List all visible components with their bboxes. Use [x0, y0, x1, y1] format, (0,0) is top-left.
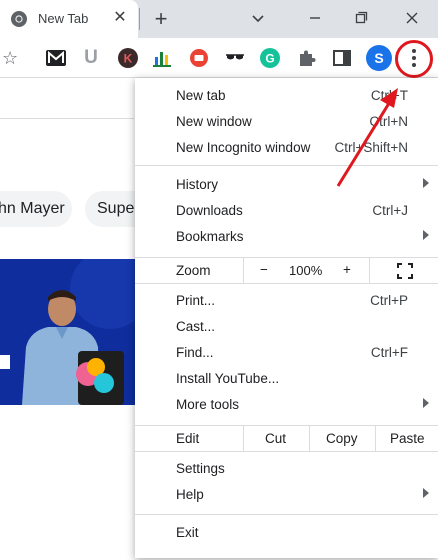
svg-text:G: G [265, 52, 274, 66]
menu-item-exit[interactable]: Exit [135, 521, 438, 547]
menu-item-label: Help [176, 487, 204, 502]
menu-item-downloads[interactable]: Downloads Ctrl+J [135, 199, 438, 225]
tab-strip: New Tab ✕ + [0, 0, 438, 38]
menu-item-label: More tools [176, 397, 240, 412]
search-chip-left[interactable]: hn Mayer [0, 191, 72, 227]
tab-search-chevron-icon[interactable] [245, 6, 271, 30]
edit-label: Edit [176, 431, 200, 446]
tab-title: New Tab [38, 11, 89, 26]
grammarly-icon[interactable]: G [259, 47, 281, 69]
zoom-plus-icon: + [343, 262, 351, 277]
menu-item-shortcut: Ctrl+F [370, 345, 408, 360]
menu-item-label: Print... [176, 293, 216, 308]
fullscreen-button[interactable] [369, 258, 438, 283]
annotation-red-circle [395, 40, 433, 78]
promo-banner[interactable] [0, 259, 135, 405]
menu-item-new-window[interactable]: New window Ctrl+N [135, 110, 438, 136]
m-extension-icon[interactable] [45, 47, 67, 69]
page-divider [0, 118, 134, 119]
paste-label: Paste [390, 431, 425, 446]
menu-separator [135, 514, 438, 515]
menu-item-new-tab[interactable]: New tab Ctrl+T [135, 84, 438, 110]
menu-item-install-youtube[interactable]: Install YouTube... [135, 367, 438, 393]
cut-button[interactable]: Cut [243, 426, 308, 451]
menu-item-shortcut: Ctrl+N [369, 114, 408, 129]
edit-row: Edit Cut Copy Paste [135, 425, 438, 452]
menu-item-print[interactable]: Print... Ctrl+P [135, 289, 438, 315]
minimize-icon[interactable] [302, 6, 328, 30]
glasses-extension-icon[interactable] [224, 47, 246, 69]
menu-item-label: New window [176, 114, 252, 129]
restore-icon[interactable] [348, 6, 374, 30]
zoom-out-button[interactable]: − [243, 258, 293, 283]
menu-item-bookmarks[interactable]: Bookmarks [135, 225, 438, 251]
zoom-value: 100% [289, 263, 323, 278]
chip-left-label: hn Mayer [0, 200, 65, 217]
menu-item-label: Downloads [176, 203, 243, 218]
profile-initial: S [374, 50, 384, 66]
toolbar: ☆ U K G S [0, 38, 438, 78]
submenu-arrow-icon [423, 488, 429, 498]
menu-separator [135, 165, 438, 166]
menu-item-label: Install YouTube... [176, 371, 280, 386]
svg-text:K: K [124, 52, 133, 66]
menu-item-label: New Incognito window [176, 140, 311, 155]
submenu-arrow-icon [423, 398, 429, 408]
tab-new-tab[interactable]: New Tab ✕ [0, 0, 138, 38]
menu-item-more-tools[interactable]: More tools [135, 393, 438, 419]
copy-button[interactable]: Copy [309, 426, 374, 451]
profile-avatar[interactable]: S [366, 45, 392, 71]
submenu-arrow-icon [423, 230, 429, 240]
copy-label: Copy [326, 431, 358, 446]
u-extension-icon[interactable]: U [80, 47, 102, 69]
menu-item-cast[interactable]: Cast... [135, 315, 438, 341]
promo-banner-image [0, 259, 135, 405]
cut-label: Cut [265, 431, 287, 446]
tab-divider [139, 8, 140, 30]
menu-item-label: Exit [176, 525, 199, 540]
menu-item-label: Bookmarks [176, 229, 244, 244]
menu-item-history[interactable]: History [135, 173, 438, 199]
paste-button[interactable]: Paste [375, 426, 438, 451]
red-circle-extension-icon[interactable] [188, 47, 210, 69]
zoom-minus-icon: − [260, 262, 268, 277]
tab-close-icon[interactable]: ✕ [110, 8, 130, 28]
side-panel-icon[interactable] [331, 47, 353, 69]
menu-item-shortcut: Ctrl+Shift+N [334, 140, 408, 155]
menu-item-label: New tab [176, 88, 226, 103]
submenu-arrow-icon [423, 178, 429, 188]
browser-window: New Tab ✕ + ☆ U K G S hn Mayer Supe New … [0, 0, 438, 560]
menu-item-settings[interactable]: Settings [135, 457, 438, 483]
menu-item-find[interactable]: Find... Ctrl+F [135, 341, 438, 367]
zoom-label: Zoom [176, 263, 211, 278]
menu-item-help[interactable]: Help [135, 483, 438, 509]
zoom-in-button[interactable]: + [335, 258, 360, 283]
menu-item-new-incognito-window[interactable]: New Incognito window Ctrl+Shift+N [135, 136, 438, 162]
chart-extension-icon[interactable] [152, 47, 174, 69]
zoom-row: Zoom − 100% + [135, 257, 438, 284]
fullscreen-icon [397, 263, 413, 279]
extensions-puzzle-icon[interactable] [296, 47, 318, 69]
bookmark-star-icon[interactable]: ☆ [2, 48, 18, 69]
menu-item-shortcut: Ctrl+T [370, 88, 408, 103]
chrome-icon [11, 11, 27, 27]
k-extension-icon[interactable]: K [117, 47, 139, 69]
window-close-icon[interactable] [399, 6, 425, 30]
new-tab-plus-icon[interactable]: + [150, 8, 172, 30]
menu-item-label: History [176, 177, 219, 192]
menu-item-shortcut: Ctrl+P [370, 293, 408, 308]
menu-item-label: Cast... [176, 319, 216, 334]
menu-item-label: Settings [176, 461, 225, 476]
chrome-main-menu: New tab Ctrl+T New window Ctrl+N New Inc… [135, 78, 438, 558]
chip-right-label: Supe [97, 200, 135, 217]
menu-item-label: Find... [176, 345, 214, 360]
menu-item-shortcut: Ctrl+J [372, 203, 408, 218]
